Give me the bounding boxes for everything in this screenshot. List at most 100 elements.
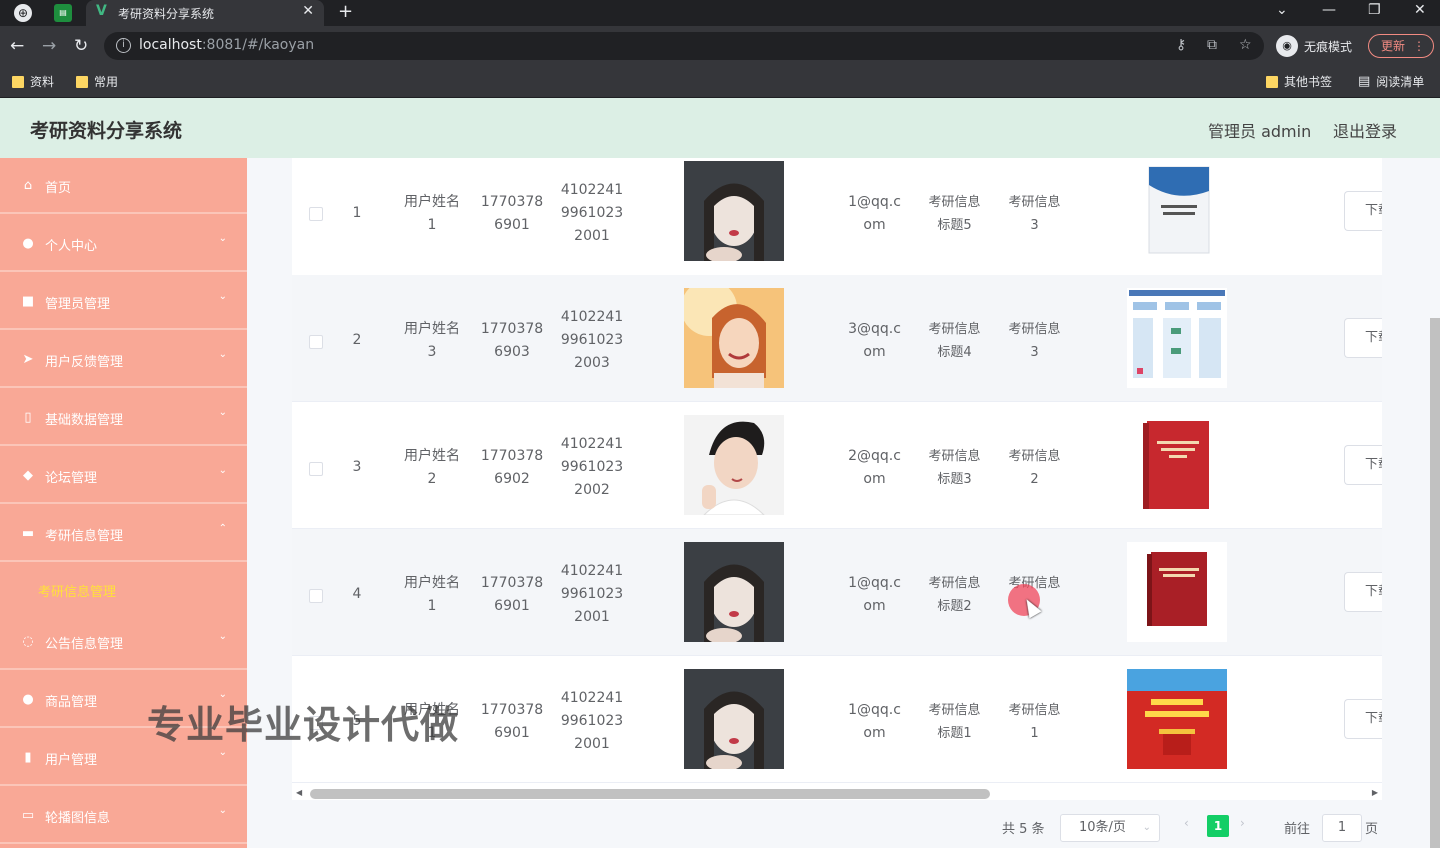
sidebar-item-admin[interactable]: ■ 管理员管理 ⌄: [0, 274, 247, 330]
chevron-down-icon: ⌄: [218, 631, 227, 642]
cell-info: 考研信息 2: [997, 445, 1072, 491]
home-icon: ⌂: [23, 178, 33, 193]
minimize-icon[interactable]: —: [1322, 2, 1336, 18]
other-bookmarks[interactable]: 其他书签: [1266, 73, 1332, 90]
bookmark-folder[interactable]: 资料: [12, 73, 54, 90]
update-button[interactable]: 更新 ⋮: [1368, 34, 1434, 58]
tab-favicon-icon[interactable]: ▤: [54, 4, 72, 22]
star-icon[interactable]: ☆: [1239, 37, 1252, 53]
sidebar-item-basic-data[interactable]: ▯ 基础数据管理 ⌄: [0, 390, 247, 446]
goto-page-input[interactable]: 1: [1322, 814, 1362, 842]
chevron-down-icon: ⌄: [218, 805, 227, 816]
cell-line: om: [863, 725, 886, 741]
cell-id-number: 4102241 9961023 2001: [552, 560, 632, 629]
cell-line: om: [863, 598, 886, 614]
sidebar-subitem-kaoyan[interactable]: 考研信息管理: [0, 564, 247, 616]
row-checkbox[interactable]: [309, 207, 323, 221]
url-path: :8081/#/kaoyan: [201, 37, 315, 53]
horizontal-scrollbar[interactable]: ◀ ▶: [292, 788, 1382, 800]
browser-tab-active[interactable]: V 考研资料分享系统 ✕: [86, 0, 324, 26]
update-label: 更新: [1381, 39, 1406, 53]
sidebar-item-kaoyan[interactable]: ▬ 考研信息管理 ⌃: [0, 506, 247, 562]
chevron-down-icon: ⌄: [218, 233, 227, 244]
cell-line: 标题5: [937, 218, 972, 233]
reading-list[interactable]: ▤ 阅读清单: [1358, 73, 1424, 90]
page-size-select[interactable]: 10条/页 ⌄: [1060, 814, 1160, 842]
translate-icon[interactable]: ⧉: [1207, 37, 1217, 53]
close-window-icon[interactable]: ✕: [1414, 2, 1426, 18]
download-button[interactable]: 下载: [1344, 445, 1382, 485]
restore-icon[interactable]: ❐: [1368, 2, 1381, 18]
browser-tabbar: ⊕ ▤ V 考研资料分享系统 ✕ + ⌄ — ❐ ✕: [0, 0, 1440, 26]
bookmarks-bar: 资料 常用 其他书签 ▤ 阅读清单: [0, 66, 1440, 98]
scrollbar-thumb[interactable]: [310, 789, 990, 799]
download-button[interactable]: 下载: [1344, 572, 1382, 612]
cell-line: 6901: [494, 598, 530, 614]
bookmark-label: 阅读清单: [1376, 75, 1425, 89]
prev-page-icon[interactable]: ‹: [1184, 816, 1189, 830]
cell-line: 1770378: [480, 702, 544, 718]
sidebar-item-home[interactable]: ⌂ 首页: [0, 158, 247, 214]
cell-line: 标题4: [937, 345, 972, 360]
site-info-icon[interactable]: i: [116, 38, 131, 53]
cell-line: 9961023: [560, 205, 624, 221]
sidebar-item-forum[interactable]: ◆ 论坛管理 ⌄: [0, 448, 247, 504]
key-icon[interactable]: ⚷: [1176, 37, 1186, 53]
bookmark-label: 其他书签: [1284, 75, 1333, 89]
send-icon: ➤: [22, 352, 34, 367]
forward-icon[interactable]: →: [42, 36, 56, 56]
goto-label: 前往: [1284, 822, 1311, 837]
row-checkbox[interactable]: [309, 589, 323, 603]
tab-search-icon[interactable]: ⌄: [1276, 2, 1288, 18]
incognito-indicator[interactable]: ◉ 无痕模式: [1276, 34, 1352, 58]
cell-line: 6901: [494, 217, 530, 233]
table-row: 3 用户姓名 2 1770378 6902 4102241 9961023 2002 2…: [292, 402, 1382, 529]
current-page[interactable]: 1: [1207, 815, 1229, 837]
row-checkbox[interactable]: [309, 462, 323, 476]
reload-icon[interactable]: ↻: [74, 36, 88, 56]
cell-line: 2001: [574, 736, 610, 752]
cell-index: 3: [352, 459, 362, 475]
tab-close-icon[interactable]: ✕: [302, 3, 314, 19]
cell-line: 2001: [574, 228, 610, 244]
cell-title: 考研信息 标题3: [917, 445, 992, 491]
scroll-right-icon[interactable]: ▶: [1372, 788, 1378, 797]
bookmark-folder[interactable]: 常用: [76, 73, 118, 90]
sidebar-item-feedback[interactable]: ➤ 用户反馈管理 ⌄: [0, 332, 247, 388]
download-button[interactable]: 下载: [1344, 191, 1382, 231]
download-button[interactable]: 下载: [1344, 318, 1382, 358]
cell-line: 考研信息: [1008, 195, 1061, 210]
chevron-down-icon: ⌄: [218, 407, 227, 418]
cell-line: 考研信息: [928, 449, 981, 464]
cell-line: 2001: [574, 609, 610, 625]
download-button[interactable]: 下载: [1344, 699, 1382, 739]
cell-phone: 1770378 6901: [472, 572, 552, 618]
book-cover-image: [1127, 542, 1227, 642]
logout-button[interactable]: 退出登录: [1333, 118, 1397, 142]
cell-title: 考研信息 标题2: [917, 572, 992, 618]
cell-line: 考研信息: [928, 703, 981, 718]
cell-line: 9961023: [560, 459, 624, 475]
url-field[interactable]: i localhost:8081/#/kaoyan: [104, 32, 1264, 60]
row-checkbox[interactable]: [309, 335, 323, 349]
sidebar-item-label: 考研信息管理: [45, 529, 124, 544]
cell-line: 1@qq.c: [848, 575, 901, 591]
cell-line: 6902: [494, 471, 530, 487]
vue-favicon-icon: V: [96, 3, 107, 19]
scroll-left-icon[interactable]: ◀: [296, 788, 302, 797]
new-tab-button[interactable]: +: [338, 1, 353, 22]
next-page-icon[interactable]: ›: [1240, 816, 1245, 830]
sidebar-item-profile[interactable]: ● 个人中心 ⌄: [0, 216, 247, 272]
browser-globe-icon[interactable]: ⊕: [14, 4, 32, 22]
back-icon[interactable]: ←: [10, 36, 24, 56]
cell-info: 考研信息 1: [997, 699, 1072, 745]
sidebar-item-label: 用户反馈管理: [45, 355, 124, 370]
diagram-image: [1127, 288, 1227, 388]
cell-name: 用户姓名 1: [392, 191, 472, 237]
sidebar-item-notice[interactable]: ◌ 公告信息管理 ⌄: [0, 614, 247, 670]
cell-index: 2: [352, 332, 362, 348]
sidebar-item-carousel[interactable]: ▭ 轮播图信息 ⌄: [0, 788, 247, 844]
vertical-scrollbar[interactable]: [1430, 318, 1440, 848]
book-cover-image: [1127, 415, 1227, 515]
cell-phone: 1770378 6903: [472, 318, 552, 364]
